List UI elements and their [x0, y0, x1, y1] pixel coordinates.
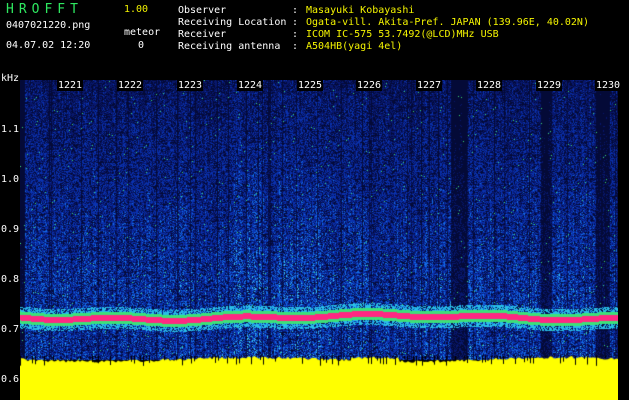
y-tick-1-1: 1.1: [1, 124, 20, 135]
x-tick-1223: 1223: [177, 80, 204, 91]
meteor-count: 0: [138, 40, 145, 51]
antenna-label: Receiving antenna: [178, 41, 281, 52]
observer-label: Observer: [178, 5, 227, 16]
unit-label: kHz: [1, 73, 20, 84]
x-tick-1227: 1227: [416, 80, 443, 91]
y-tick-0-6: 0.6: [1, 374, 20, 385]
observer-colon: :: [292, 5, 299, 16]
receiver-label: Receiver: [178, 29, 227, 40]
app-version: 1.00: [124, 4, 149, 15]
x-tick-1230: 1230: [595, 80, 622, 91]
x-tick-1226: 1226: [356, 80, 383, 91]
antenna-value: A504HB(yagi 4el): [306, 41, 403, 52]
y-tick-0-8: 0.8: [1, 274, 20, 285]
x-tick-1228: 1228: [476, 80, 503, 91]
antenna-colon: :: [292, 41, 299, 52]
y-tick-0-9: 0.9: [1, 224, 20, 235]
app-title: HROFFT: [6, 2, 83, 17]
observer-value: Masayuki Kobayashi: [306, 5, 415, 16]
meteor-label: meteor: [124, 27, 161, 38]
location-label: Receiving Location: [178, 17, 287, 28]
location-value: Ogata-vill. Akita-Pref. JAPAN (139.96E, …: [306, 17, 589, 28]
x-tick-1222: 1222: [117, 80, 144, 91]
location-colon: :: [292, 17, 299, 28]
x-tick-1224: 1224: [237, 80, 264, 91]
spectrogram-display: [20, 80, 618, 400]
receiver-value: ICOM IC-575 53.7492(@LCD)MHz USB: [306, 29, 499, 40]
y-tick-0-7: 0.7: [1, 324, 20, 335]
filename-label: 0407021220.png: [6, 20, 91, 31]
datetime-label: 04.07.02 12:20: [6, 40, 91, 51]
y-tick-1-0: 1.0: [1, 174, 20, 185]
receiver-colon: :: [292, 29, 299, 40]
x-tick-1229: 1229: [536, 80, 563, 91]
x-tick-1225: 1225: [297, 80, 324, 91]
x-tick-1221: 1221: [57, 80, 84, 91]
